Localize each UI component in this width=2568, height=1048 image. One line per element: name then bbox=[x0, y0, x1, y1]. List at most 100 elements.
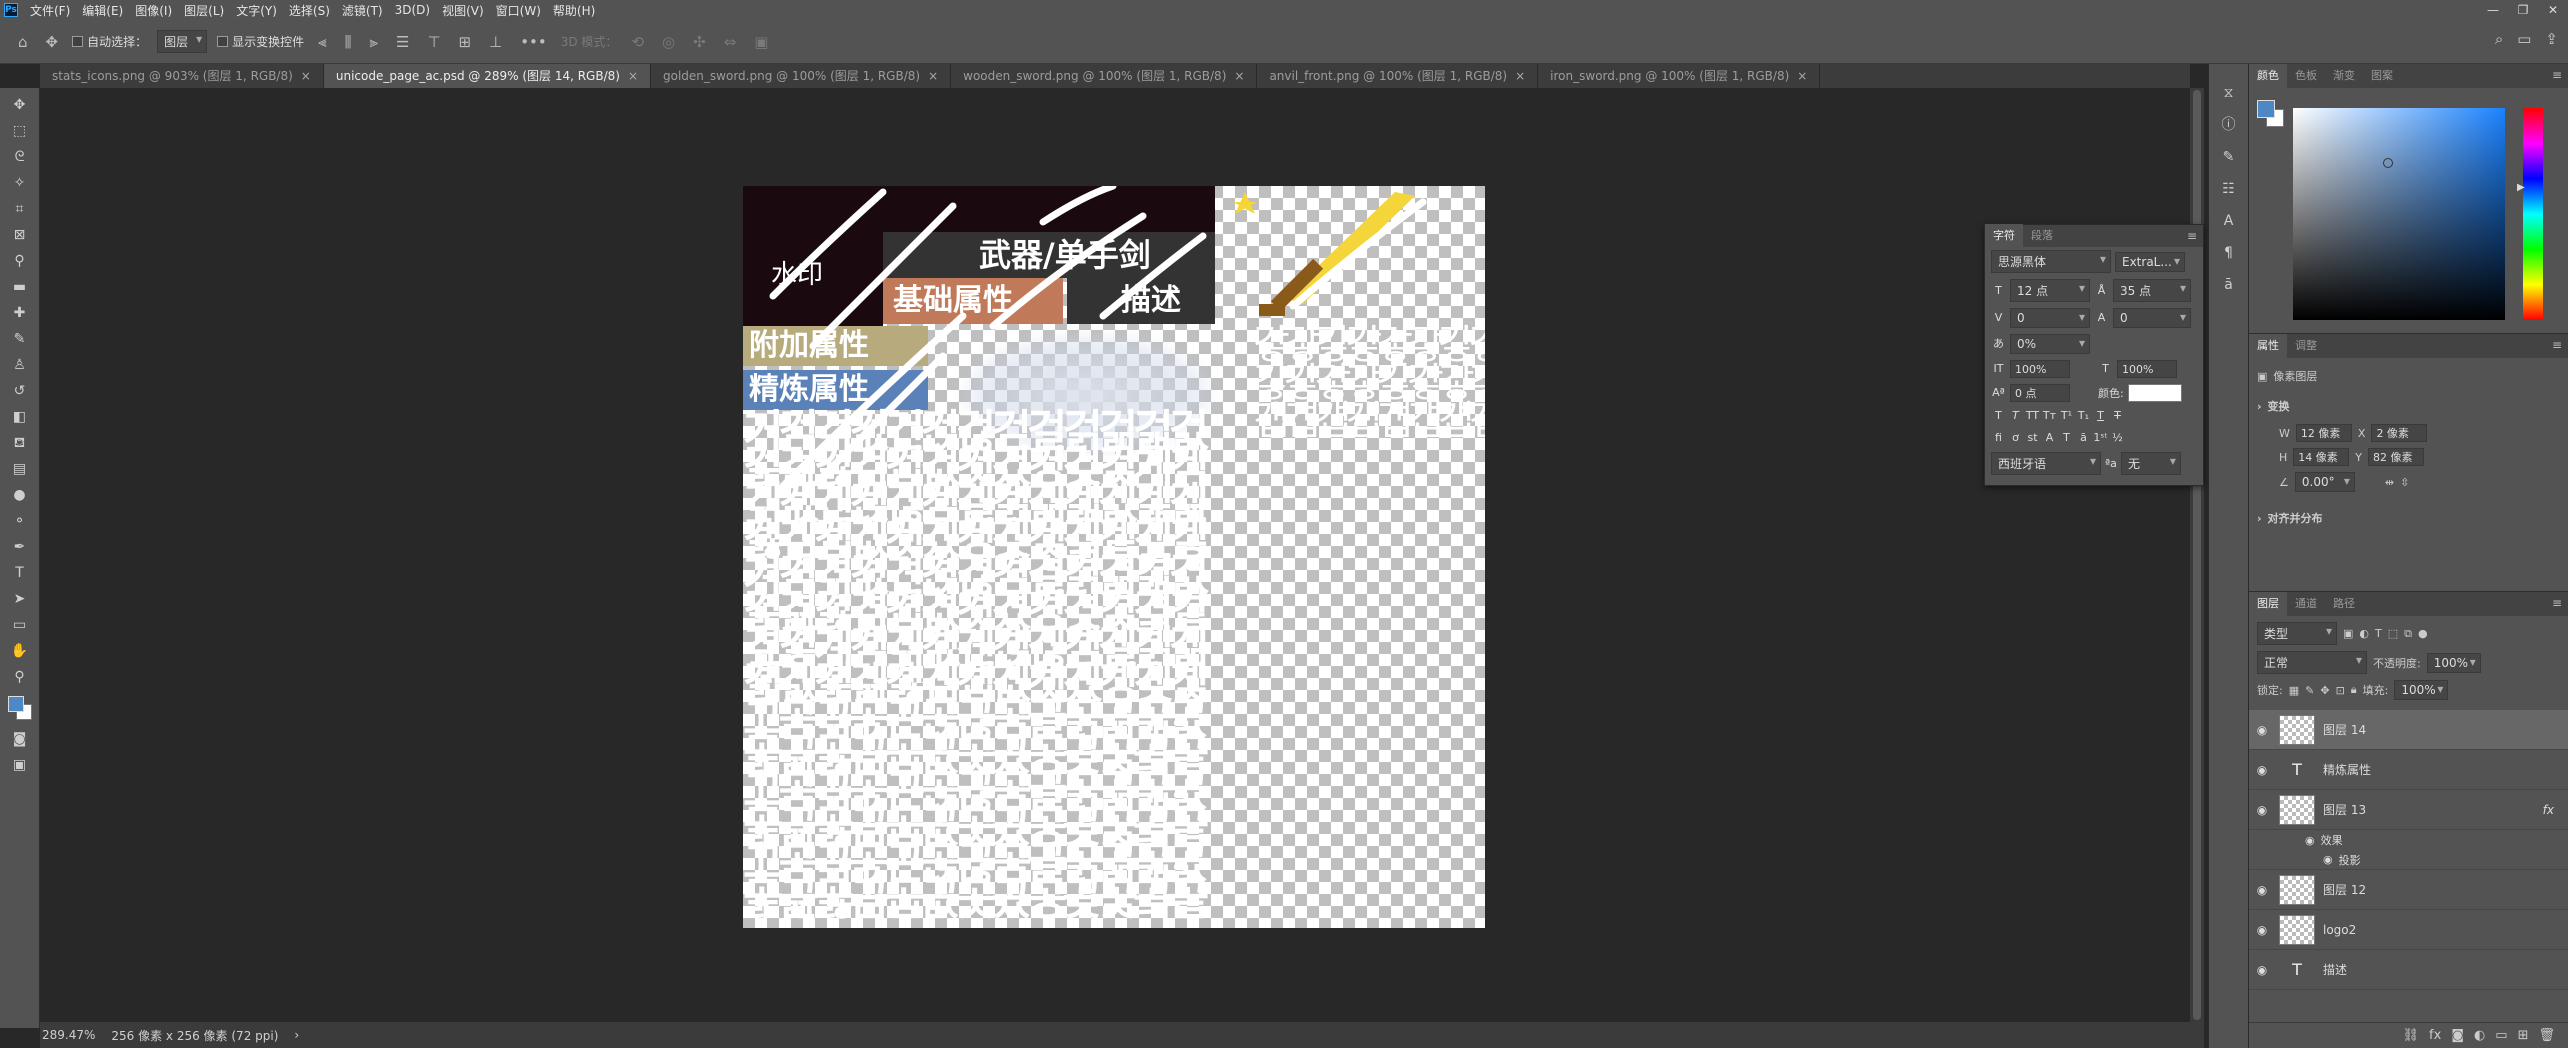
angle-field[interactable]: 0.00° bbox=[2294, 472, 2355, 492]
hue-slider[interactable]: ▶ bbox=[2517, 108, 2543, 320]
tab-close-icon[interactable]: × bbox=[1797, 69, 1807, 83]
superscript-icon[interactable]: T¹ bbox=[2059, 408, 2074, 424]
tab-patterns[interactable]: 图案 bbox=[2363, 64, 2401, 88]
orbit-3d-icon[interactable]: ⟲ bbox=[627, 33, 648, 51]
menu-help[interactable]: 帮助(H) bbox=[547, 2, 601, 19]
tsume-field[interactable]: 0% bbox=[2010, 334, 2090, 354]
search-icon[interactable]: ⌕ bbox=[2495, 30, 2503, 48]
tab-gradients[interactable]: 渐变 bbox=[2325, 64, 2363, 88]
old-style-icon[interactable]: ơ bbox=[2008, 430, 2023, 446]
lock-artboard-icon[interactable]: ⊡ bbox=[2336, 684, 2345, 697]
tracking-field[interactable]: 0 bbox=[2113, 308, 2191, 328]
tab-close-icon[interactable]: × bbox=[301, 69, 311, 83]
layer-row[interactable]: ◉ logo2 bbox=[2249, 910, 2568, 950]
eye-icon[interactable]: ◉ bbox=[2249, 803, 2275, 817]
pan-3d-icon[interactable]: ✣ bbox=[689, 33, 710, 51]
history-brush-tool-icon[interactable]: ↺ bbox=[6, 378, 34, 404]
lasso-tool-icon[interactable]: ᘓ bbox=[6, 144, 34, 170]
layer-row[interactable]: ◉ T 描述 bbox=[2249, 950, 2568, 990]
eye-icon[interactable]: ◉ bbox=[2249, 883, 2275, 897]
small-caps-icon[interactable]: Tт bbox=[2042, 408, 2057, 424]
marquee-tool-icon[interactable]: ⬚ bbox=[6, 118, 34, 144]
eyedropper-tool-icon[interactable]: ⚲ bbox=[6, 248, 34, 274]
glyphs-icon[interactable]: ā bbox=[2215, 272, 2243, 298]
clone-stamp-tool-icon[interactable]: ♙ bbox=[6, 352, 34, 378]
tab-channels[interactable]: 通道 bbox=[2287, 592, 2325, 616]
flip-horizontal-icon[interactable]: ⇹ bbox=[2385, 476, 2394, 489]
fill-field[interactable]: 100% bbox=[2394, 680, 2449, 700]
menu-layer[interactable]: 图层(L) bbox=[178, 2, 230, 19]
filter-type-icon[interactable]: T bbox=[2375, 627, 2382, 640]
effects-row[interactable]: ◉ 效果 bbox=[2249, 830, 2568, 850]
eye-icon[interactable]: ◉ bbox=[2305, 834, 2315, 847]
subscript-icon[interactable]: T₁ bbox=[2076, 408, 2091, 424]
filter-pixel-icon[interactable]: ▣ bbox=[2343, 627, 2353, 640]
underline-icon[interactable]: T bbox=[2093, 408, 2108, 424]
align-right-icon[interactable]: ⫸ bbox=[366, 33, 382, 51]
lock-transparent-icon[interactable]: ▦ bbox=[2289, 684, 2299, 697]
tab-layers[interactable]: 图层 bbox=[2249, 592, 2287, 616]
width-field[interactable]: 12 像素 bbox=[2295, 424, 2352, 442]
vertical-scale-field[interactable]: 100% bbox=[2010, 360, 2070, 378]
type-tool-icon[interactable]: T bbox=[6, 560, 34, 586]
path-selection-tool-icon[interactable]: ➤ bbox=[6, 586, 34, 612]
tab-anvil-front[interactable]: anvil_front.png @ 100% (图层 1, RGB/8) × bbox=[1257, 64, 1539, 88]
layer-row[interactable]: ◉ 图层 12 bbox=[2249, 870, 2568, 910]
foreground-background-colors[interactable] bbox=[6, 694, 34, 726]
paint-bucket-tool-icon[interactable]: ⛾ bbox=[6, 430, 34, 456]
kerning-field[interactable]: 0 bbox=[2010, 308, 2090, 328]
dodge-tool-icon[interactable]: ⚬ bbox=[6, 508, 34, 534]
align-top-icon[interactable]: ⊤ bbox=[423, 33, 444, 51]
brush-settings-icon[interactable]: ✎ bbox=[2215, 144, 2243, 170]
zoom-tool-icon[interactable]: ⚲ bbox=[6, 664, 34, 690]
tab-color[interactable]: 颜色 bbox=[2249, 64, 2287, 88]
menu-3d[interactable]: 3D(D) bbox=[389, 3, 436, 17]
menu-edit[interactable]: 编辑(E) bbox=[76, 2, 129, 19]
menu-image[interactable]: 图像(I) bbox=[129, 2, 178, 19]
filter-shape-icon[interactable]: ⬚ bbox=[2388, 627, 2398, 640]
language-dropdown[interactable]: 西班牙语 bbox=[1991, 452, 2101, 475]
new-group-icon[interactable]: ▭ bbox=[2495, 1028, 2507, 1043]
history-icon[interactable]: ⧖ bbox=[2215, 80, 2243, 106]
minimize-button[interactable]: — bbox=[2478, 0, 2508, 20]
slide-3d-icon[interactable]: ⇔ bbox=[720, 33, 741, 51]
eye-icon[interactable]: ◉ bbox=[2249, 763, 2275, 777]
eye-icon[interactable]: ◉ bbox=[2323, 853, 2333, 866]
magic-wand-tool-icon[interactable]: ✧ bbox=[6, 170, 34, 196]
font-style-dropdown[interactable]: ExtraL... bbox=[2115, 251, 2185, 272]
all-caps-icon[interactable]: TT bbox=[2025, 408, 2040, 424]
tab-golden-sword[interactable]: golden_sword.png @ 100% (图层 1, RGB/8) × bbox=[651, 64, 952, 88]
tab-paragraph[interactable]: 段落 bbox=[2023, 224, 2061, 248]
blur-tool-icon[interactable]: ● bbox=[6, 482, 34, 508]
scale-3d-icon[interactable]: ▣ bbox=[750, 33, 772, 51]
roll-3d-icon[interactable]: ◎ bbox=[658, 33, 679, 51]
rectangle-tool-icon[interactable]: ▭ bbox=[6, 612, 34, 638]
tab-adjustments[interactable]: 调整 bbox=[2287, 334, 2325, 358]
align-center-icon[interactable]: ⫼ bbox=[341, 33, 356, 51]
tab-wooden-sword[interactable]: wooden_sword.png @ 100% (图层 1, RGB/8) × bbox=[951, 64, 1258, 88]
anti-alias-dropdown[interactable]: 无 bbox=[2120, 452, 2181, 475]
tab-character[interactable]: 字符 bbox=[1985, 224, 2023, 248]
tab-properties[interactable]: 属性 bbox=[2249, 334, 2287, 358]
frame-tool-icon[interactable]: ⊠ bbox=[6, 222, 34, 248]
filter-smart-icon[interactable]: ⧉ bbox=[2404, 627, 2412, 641]
document-canvas[interactable]: 水印 附加属性 精炼属性 武器/单手剑 基础属性 描述 거걱걲걳건걵걶걷걸걹걺걻… bbox=[743, 186, 1485, 928]
screen-mode-icon[interactable]: ▣ bbox=[6, 752, 34, 778]
baseline-shift-field[interactable]: 0 点 bbox=[2010, 384, 2070, 402]
font-size-field[interactable]: 12 点 bbox=[2010, 279, 2090, 302]
tab-unicode-page[interactable]: unicode_page_ac.psd @ 289% (图层 14, RGB/8… bbox=[323, 64, 652, 88]
character-panel-icon[interactable]: A bbox=[2215, 208, 2243, 234]
menu-filter[interactable]: 滤镜(T) bbox=[336, 2, 389, 19]
eye-icon[interactable]: ◉ bbox=[2249, 723, 2275, 737]
brush-tool-icon[interactable]: ✎ bbox=[6, 326, 34, 352]
text-color-swatch[interactable] bbox=[2127, 384, 2182, 402]
menu-select[interactable]: 选择(S) bbox=[283, 2, 336, 19]
chevron-down-icon[interactable]: › bbox=[2257, 400, 2262, 413]
layer-row[interactable]: ◉ 图层 14 bbox=[2249, 710, 2568, 750]
add-mask-icon[interactable]: ◙ bbox=[2451, 1028, 2464, 1043]
auto-select-target-dropdown[interactable]: 图层 bbox=[157, 30, 208, 53]
panel-menu-icon[interactable]: ≡ bbox=[2552, 338, 2562, 352]
foreground-color-swatch[interactable] bbox=[7, 696, 24, 712]
x-field[interactable]: 2 像素 bbox=[2371, 424, 2428, 442]
healing-brush-tool-icon[interactable]: ✚ bbox=[6, 300, 34, 326]
